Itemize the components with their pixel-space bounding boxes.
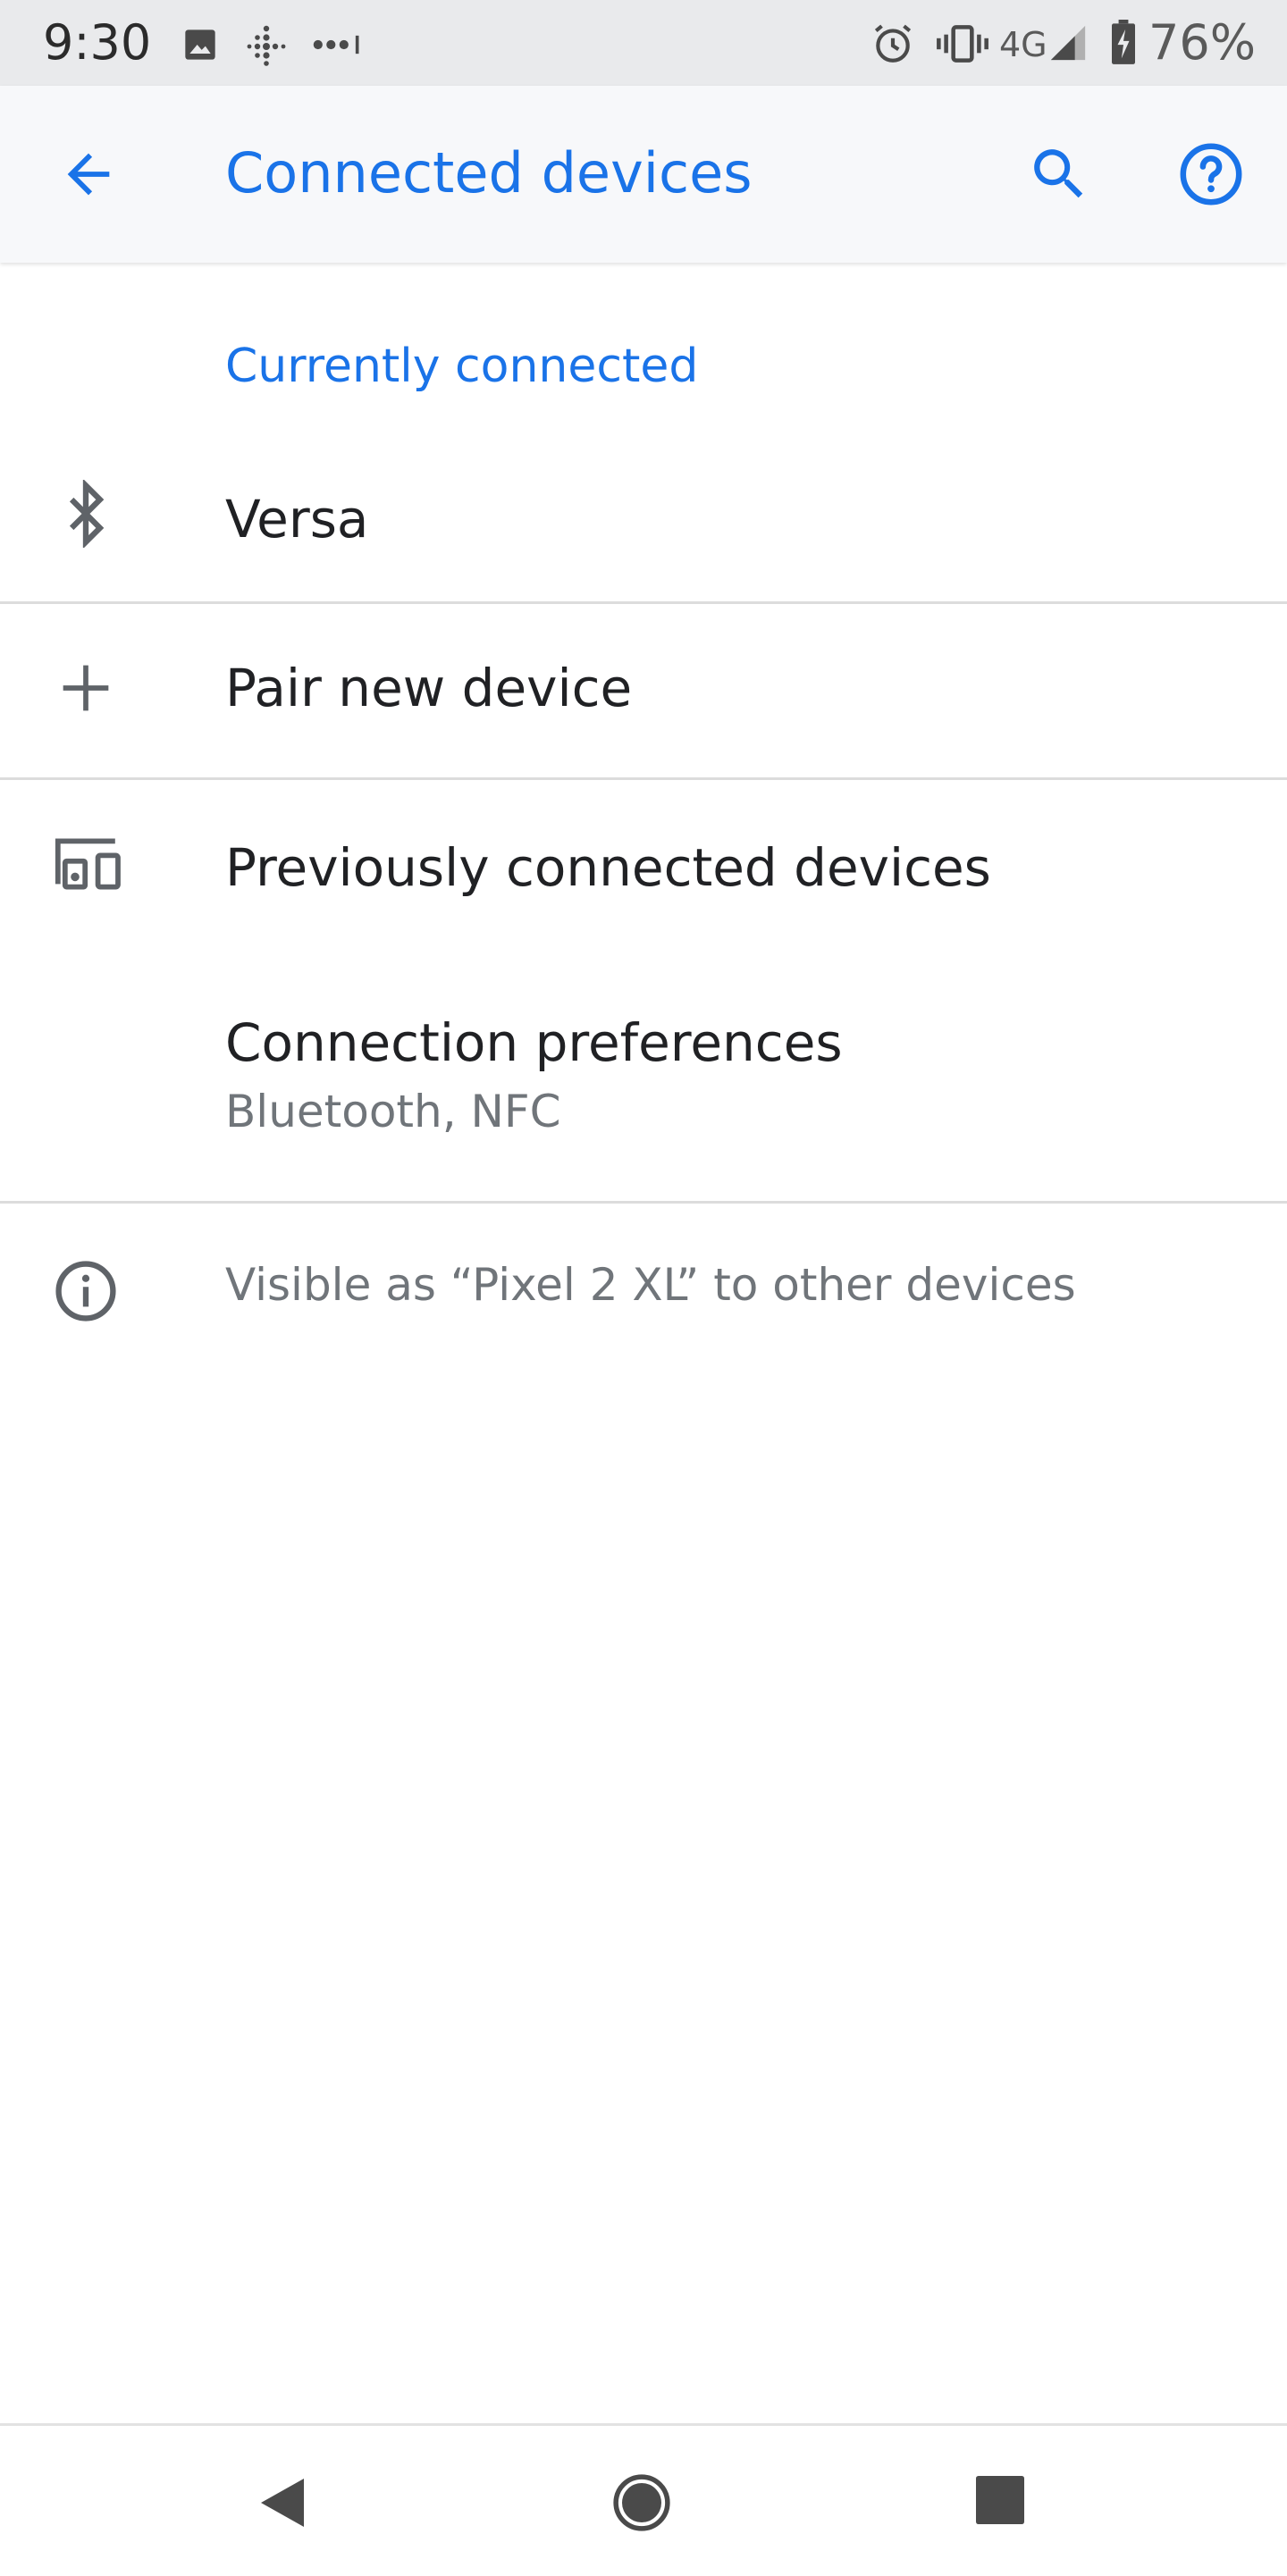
bluetooth-icon (52, 480, 120, 548)
alarm-icon (871, 21, 915, 66)
device-row-versa[interactable]: Versa (0, 451, 1287, 596)
pair-new-device-row[interactable]: Pair new device (0, 604, 1287, 777)
fitbit-icon (245, 23, 288, 66)
app-bar: Connected devices (0, 86, 1287, 263)
page-title: Connected devices (225, 140, 753, 206)
navigation-bar (0, 2423, 1287, 2576)
arrow-back-icon[interactable] (57, 143, 120, 206)
device-name: Versa (225, 489, 369, 550)
help-icon[interactable] (1176, 139, 1246, 209)
recents-square-icon[interactable] (976, 2476, 1024, 2524)
connection-preferences-label: Connection preferences (225, 1012, 843, 1073)
signal-icon (1047, 21, 1089, 64)
connection-preferences-row[interactable]: Connection preferences Bluetooth, NFC (0, 955, 1287, 1202)
search-icon[interactable] (1026, 141, 1092, 207)
connection-preferences-summary: Bluetooth, NFC (225, 1086, 561, 1137)
pair-new-device-label: Pair new device (225, 658, 633, 718)
status-bar: 9:30 4G 76% (0, 0, 1287, 86)
more-dots-icon (313, 34, 365, 55)
image-icon (182, 27, 218, 63)
battery-charging-icon (1108, 20, 1139, 66)
visibility-text: Visible as “Pixel 2 XL” to other devices (225, 1259, 1076, 1311)
back-triangle-icon[interactable] (256, 2475, 309, 2530)
previously-connected-devices-label: Previously connected devices (225, 837, 991, 898)
battery-percent: 76% (1148, 14, 1257, 71)
plus-icon (52, 654, 120, 722)
info-icon (52, 1257, 120, 1325)
section-header-currently-connected: Currently connected (225, 340, 699, 393)
vibrate-icon (935, 21, 990, 66)
previously-connected-devices-row[interactable]: Previously connected devices (0, 780, 1287, 955)
network-type: 4G (999, 25, 1047, 64)
home-circle-icon[interactable] (612, 2473, 671, 2532)
status-time: 9:30 (43, 14, 152, 71)
devices-icon (52, 835, 127, 893)
